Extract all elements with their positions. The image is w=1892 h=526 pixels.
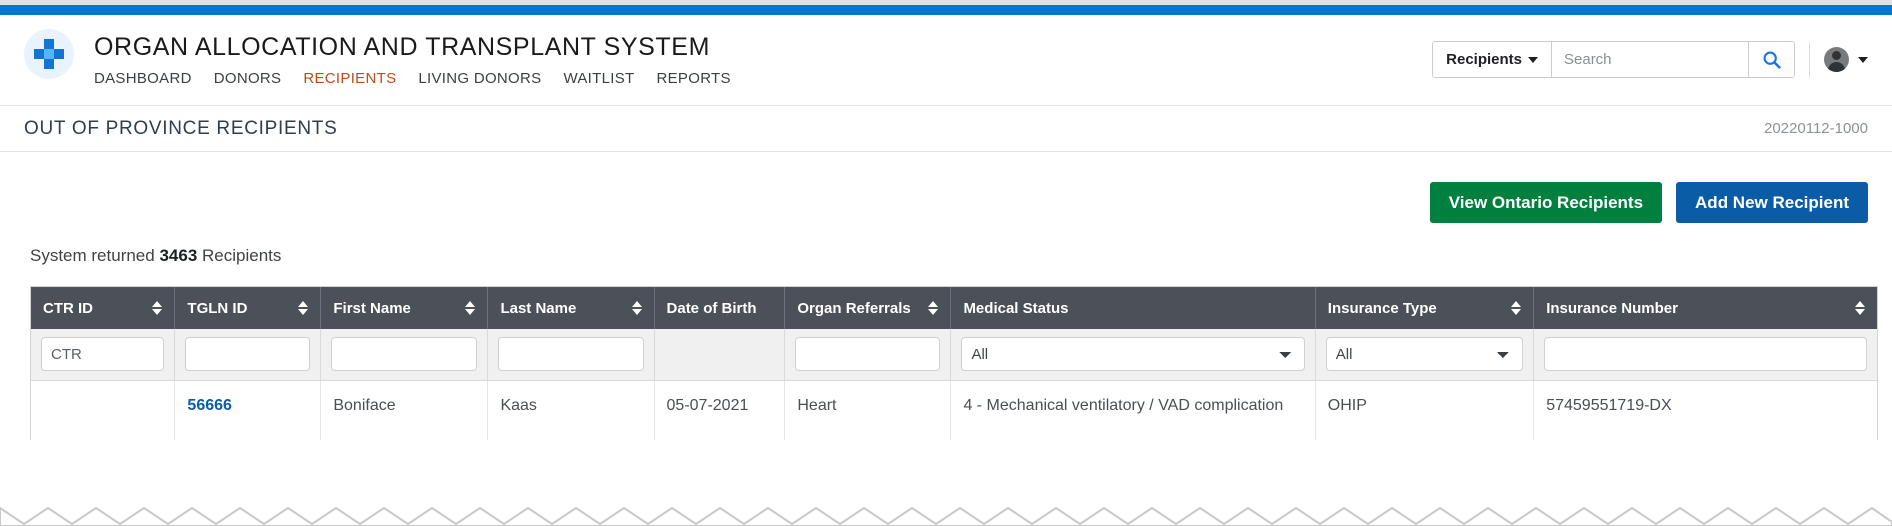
cell-medical-status: 4 - Mechanical ventilatory / VAD complic… bbox=[950, 380, 1316, 440]
table-row[interactable]: 56666 Boniface Kaas 05-07-2021 Heart 4 -… bbox=[31, 380, 1877, 440]
column-label: Insurance Number bbox=[1546, 299, 1678, 317]
header-divider bbox=[1809, 42, 1810, 77]
result-prefix: System returned bbox=[30, 246, 155, 265]
cell-tgln-id: 56666 bbox=[174, 380, 322, 440]
column-header-last-name[interactable]: Last Name bbox=[487, 287, 655, 329]
masthead: ORGAN ALLOCATION AND TRANSPLANT SYSTEM D… bbox=[0, 15, 1892, 106]
filter-cell-first-name bbox=[320, 329, 489, 381]
column-header-first-name[interactable]: First Name bbox=[320, 287, 489, 329]
search-button[interactable] bbox=[1748, 42, 1794, 77]
column-label: Insurance Type bbox=[1327, 299, 1437, 317]
column-header-medical-status: Medical Status bbox=[950, 287, 1316, 329]
add-new-recipient-button[interactable]: Add New Recipient bbox=[1676, 182, 1868, 223]
page-content: View Ontario Recipients Add New Recipien… bbox=[0, 152, 1892, 440]
cell-last-name: Kaas bbox=[487, 380, 655, 440]
filter-input-last-name[interactable] bbox=[498, 337, 644, 372]
nav-item-dashboard[interactable]: DASHBOARD bbox=[94, 70, 192, 88]
recipients-table: CTR ID TGLN ID First Name Last Name Date… bbox=[31, 287, 1877, 440]
medical-cross-icon bbox=[34, 39, 64, 69]
search-scope-label: Recipients bbox=[1446, 51, 1522, 68]
column-header-organ-referrals[interactable]: Organ Referrals bbox=[784, 287, 952, 329]
table-filter-row: All All bbox=[31, 329, 1877, 381]
nav-item-reports[interactable]: REPORTS bbox=[656, 70, 730, 88]
column-header-insurance-type[interactable]: Insurance Type bbox=[1315, 287, 1535, 329]
filter-cell-date-of-birth bbox=[654, 329, 786, 381]
filter-input-first-name[interactable] bbox=[331, 337, 478, 372]
search-icon bbox=[1763, 51, 1781, 69]
brand[interactable]: ORGAN ALLOCATION AND TRANSPLANT SYSTEM D… bbox=[24, 29, 731, 88]
sort-toggle-icon[interactable] bbox=[631, 301, 642, 315]
filter-input-insurance-number[interactable] bbox=[1544, 337, 1867, 372]
brand-text: ORGAN ALLOCATION AND TRANSPLANT SYSTEM D… bbox=[94, 29, 731, 88]
search-input[interactable] bbox=[1552, 42, 1748, 77]
search-group: Recipients bbox=[1432, 41, 1795, 78]
top-accent-bar bbox=[0, 5, 1892, 15]
cell-date-of-birth: 05-07-2021 bbox=[654, 380, 786, 440]
app-window: ORGAN ALLOCATION AND TRANSPLANT SYSTEM D… bbox=[0, 0, 1892, 526]
filter-cell-insurance-type: All bbox=[1315, 329, 1535, 381]
clipped-edge-indicator bbox=[0, 494, 1892, 526]
table-header-row: CTR ID TGLN ID First Name Last Name Date… bbox=[31, 287, 1877, 329]
app-title: ORGAN ALLOCATION AND TRANSPLANT SYSTEM bbox=[94, 33, 711, 61]
column-label: Last Name bbox=[500, 299, 577, 317]
page-title: OUT OF PROVINCE RECIPIENTS bbox=[24, 117, 338, 139]
view-ontario-recipients-button[interactable]: View Ontario Recipients bbox=[1429, 182, 1663, 223]
cell-first-name: Boniface bbox=[320, 380, 489, 440]
column-header-insurance-number[interactable]: Insurance Number bbox=[1533, 287, 1877, 329]
nav-item-living-donors[interactable]: LIVING DONORS bbox=[418, 70, 541, 88]
cell-ctr-id bbox=[31, 380, 176, 440]
column-header-tgln-id[interactable]: TGLN ID bbox=[174, 287, 322, 329]
sort-toggle-icon[interactable] bbox=[1511, 301, 1522, 315]
column-label: TGLN ID bbox=[187, 299, 248, 317]
sort-toggle-icon[interactable] bbox=[1855, 301, 1865, 315]
column-label: Organ Referrals bbox=[797, 299, 911, 317]
filter-cell-ctr-id bbox=[31, 329, 176, 381]
filter-cell-medical-status: All bbox=[950, 329, 1316, 381]
sort-toggle-icon[interactable] bbox=[152, 301, 163, 315]
table-header: CTR ID TGLN ID First Name Last Name Date… bbox=[31, 287, 1877, 329]
search-cluster: Recipients bbox=[1432, 41, 1868, 78]
filter-input-organ-referrals[interactable] bbox=[795, 337, 941, 372]
page-reference-number: 20220112-1000 bbox=[1764, 120, 1868, 137]
column-label: CTR ID bbox=[43, 299, 93, 317]
column-label: Medical Status bbox=[963, 299, 1069, 317]
page-title-bar: OUT OF PROVINCE RECIPIENTS 20220112-1000 bbox=[0, 106, 1892, 152]
table-body: All All 56666 Boniface bbox=[31, 329, 1877, 440]
filter-cell-organ-referrals bbox=[784, 329, 952, 381]
sort-toggle-icon[interactable] bbox=[928, 301, 939, 315]
filter-input-ctr-id[interactable] bbox=[41, 337, 165, 372]
result-suffix: Recipients bbox=[202, 246, 282, 265]
cell-organ-referrals: Heart bbox=[784, 380, 952, 440]
account-menu[interactable] bbox=[1824, 47, 1868, 72]
filter-select-insurance-type[interactable]: All bbox=[1325, 337, 1524, 372]
result-count-text: System returned 3463 Recipients bbox=[16, 223, 1876, 266]
app-logo bbox=[24, 29, 74, 79]
tgln-id-link[interactable]: 56666 bbox=[187, 397, 232, 414]
nav-item-donors[interactable]: DONORS bbox=[214, 70, 282, 88]
nav-item-recipients[interactable]: RECIPIENTS bbox=[303, 70, 396, 88]
column-label: Date of Birth bbox=[666, 299, 757, 317]
cell-insurance-number: 57459551719-DX bbox=[1533, 380, 1877, 440]
user-avatar-icon bbox=[1824, 47, 1849, 72]
column-header-ctr-id[interactable]: CTR ID bbox=[31, 287, 176, 329]
caret-down-icon bbox=[1528, 56, 1538, 63]
column-label: First Name bbox=[333, 299, 411, 317]
search-scope-dropdown[interactable]: Recipients bbox=[1433, 42, 1552, 77]
sort-toggle-icon[interactable] bbox=[298, 301, 309, 315]
filter-select-medical-status[interactable]: All bbox=[961, 337, 1305, 372]
filter-cell-last-name bbox=[487, 329, 655, 381]
recipients-table-container: CTR ID TGLN ID First Name Last Name Date… bbox=[30, 286, 1878, 440]
action-button-row: View Ontario Recipients Add New Recipien… bbox=[16, 152, 1876, 223]
filter-cell-tgln-id bbox=[174, 329, 322, 381]
result-count: 3463 bbox=[159, 246, 198, 265]
cell-insurance-type: OHIP bbox=[1315, 380, 1535, 440]
caret-down-icon bbox=[1858, 56, 1868, 63]
column-header-date-of-birth: Date of Birth bbox=[654, 287, 786, 329]
sort-toggle-icon[interactable] bbox=[465, 301, 476, 315]
nav-item-waitlist[interactable]: WAITLIST bbox=[563, 70, 634, 88]
main-nav: DASHBOARD DONORS RECIPIENTS LIVING DONOR… bbox=[94, 70, 731, 88]
filter-cell-insurance-number bbox=[1533, 329, 1877, 381]
filter-input-tgln-id[interactable] bbox=[185, 337, 311, 372]
